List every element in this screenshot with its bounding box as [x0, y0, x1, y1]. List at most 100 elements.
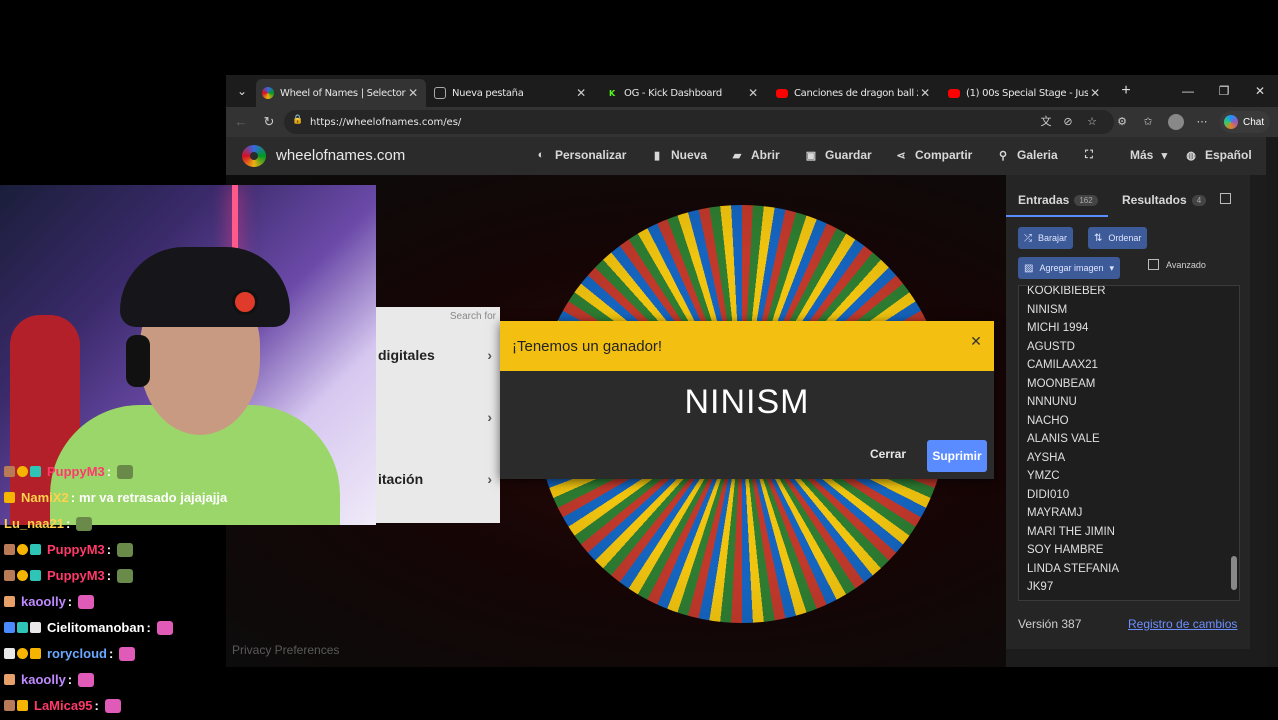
menu-galeria[interactable]: ⚲ Galeria — [996, 148, 1058, 162]
emote-icon — [117, 542, 134, 557]
changelog-link[interactable]: Registro de cambios — [1128, 617, 1237, 631]
add-image-button[interactable]: ▨ Agregar imagen ▾ — [1018, 257, 1121, 279]
advanced-checkbox[interactable]: Avanzado — [1148, 259, 1206, 270]
tab-title: Wheel of Names | Selector de n — [280, 87, 406, 99]
tab-resultados[interactable]: Resultados 4 — [1122, 193, 1207, 207]
chat-message: Cielitomanoban: — [4, 620, 173, 635]
close-icon[interactable]: ✕ — [746, 86, 760, 100]
tab-new-tab[interactable]: Nueva pestaña ✕ — [428, 79, 594, 107]
wheel-logo-icon[interactable] — [242, 145, 266, 167]
emote-icon — [117, 568, 134, 583]
menu-guardar[interactable]: ▣ Guardar — [804, 148, 872, 162]
page-scrollbar[interactable] — [1266, 137, 1278, 667]
badge-icon — [17, 622, 28, 633]
menu-personalizar[interactable]: ◐ Personalizar — [534, 148, 627, 162]
chat-badges — [4, 466, 43, 477]
chat-badges — [4, 544, 43, 555]
emote-icon — [76, 516, 93, 531]
menu-abrir[interactable]: ▰ Abrir — [730, 148, 780, 162]
entries-textarea[interactable]: KOOKIBIEBER NINISM MICHI 1994 AGUSTD CAM… — [1018, 285, 1240, 601]
close-icon[interactable]: ✕ — [1088, 86, 1102, 100]
minimize-icon[interactable]: — — [1178, 81, 1198, 101]
shuffle-button[interactable]: ⤮ Barajar — [1018, 227, 1074, 249]
share-icon: ⋖ — [896, 149, 906, 162]
tab-wheel-of-names[interactable]: Wheel of Names | Selector de n ✕ — [256, 79, 426, 107]
screen: ⌄ Wheel of Names | Selector de n ✕ Nueva… — [0, 0, 1278, 720]
chat-username: rorycloud — [47, 646, 107, 661]
close-icon[interactable]: ✕ — [968, 333, 984, 349]
favorite-star-icon[interactable]: ☆ — [1084, 114, 1100, 130]
badge-icon — [30, 570, 41, 581]
chat-message: PuppyM3: — [4, 464, 134, 479]
close-button[interactable]: Cerrar — [870, 447, 906, 461]
scrollbar-thumb[interactable] — [1231, 556, 1237, 590]
chevron-down-icon: ▾ — [1161, 149, 1168, 162]
image-icon: ▨ — [1024, 262, 1034, 274]
favorites-icon[interactable]: ✩ — [1140, 114, 1156, 130]
copilot-chat-button[interactable]: Chat — [1220, 111, 1271, 133]
translate-icon[interactable]: 文 — [1038, 114, 1054, 130]
copilot-icon — [1224, 115, 1238, 129]
ad-row[interactable]: digitales › — [378, 347, 496, 363]
chat-username: kaoolly — [21, 672, 66, 687]
close-icon[interactable]: ✕ — [406, 86, 420, 100]
tab-entradas[interactable]: Entradas 162 — [1018, 193, 1098, 207]
shuffle-icon: ⤮ — [1024, 232, 1032, 244]
chat-badges — [4, 570, 43, 581]
close-icon[interactable]: ✕ — [918, 86, 932, 100]
block-icon[interactable]: ⊘ — [1060, 114, 1076, 130]
tab-youtube-dragon-ball[interactable]: Canciones de dragon ball z pel ✕ — [770, 79, 938, 107]
reload-icon[interactable]: ↻ — [260, 113, 278, 131]
remove-winner-button[interactable]: Suprimir — [927, 440, 987, 472]
menu-label: Más — [1130, 148, 1154, 162]
extensions-icon[interactable]: ⚙ — [1114, 114, 1130, 130]
chat-message: kaoolly: — [4, 594, 95, 609]
tab-kick-dashboard[interactable]: K OG - Kick Dashboard ✕ — [600, 79, 766, 107]
new-tab-button[interactable]: + — [1116, 81, 1136, 101]
site-name[interactable]: wheelofnames.com — [276, 147, 405, 164]
menu-compartir[interactable]: ⋖ Compartir — [894, 148, 972, 162]
checkbox-icon — [1220, 193, 1231, 204]
menu-label: Abrir — [751, 148, 780, 162]
advanced-label: Avanzado — [1166, 259, 1206, 270]
youtube-icon — [948, 88, 960, 98]
menu-nueva[interactable]: ▮ Nueva — [650, 148, 707, 162]
chat-username: LaMica95 — [34, 698, 93, 713]
restore-icon[interactable]: ❐ — [1214, 81, 1234, 101]
more-menu-icon[interactable]: ⋯ — [1194, 114, 1210, 130]
window-close-icon[interactable]: ✕ — [1250, 81, 1270, 101]
privacy-preferences-link[interactable]: Privacy Preferences — [232, 643, 339, 657]
badge-icon — [4, 648, 15, 659]
chat-username: NamiX2 — [21, 490, 69, 505]
fullscreen-button[interactable]: ⛶ — [1082, 148, 1103, 162]
hide-panel-checkbox[interactable] — [1220, 193, 1231, 204]
badge-icon — [17, 466, 28, 477]
colon: : — [106, 542, 112, 557]
profile-avatar[interactable] — [1168, 114, 1184, 130]
menu-idioma[interactable]: ◍ Español — [1184, 148, 1252, 162]
list-item: ALANIS VALE — [1027, 433, 1100, 445]
ad-banner[interactable]: Search for digitales › › itación › — [376, 307, 500, 523]
chat-badges — [4, 622, 43, 633]
url-field[interactable]: 🔒 https://wheelofnames.com/es/ — [284, 110, 1114, 134]
emote-icon — [117, 464, 134, 479]
chat-username: kaoolly — [21, 594, 66, 609]
entries-scrollbar[interactable] — [1231, 288, 1237, 598]
menu-label: Galeria — [1017, 148, 1058, 162]
list-item: YMZC — [1027, 470, 1060, 482]
tab-list-icon[interactable]: ⌄ — [232, 81, 252, 101]
tab-youtube-special-stage[interactable]: (1) 00s Special Stage - Just Rig ✕ — [942, 79, 1108, 107]
colon: : — [67, 594, 73, 609]
list-item: MOONBEAM — [1027, 377, 1096, 390]
badge-icon — [4, 596, 15, 607]
badge-icon — [4, 570, 15, 581]
menu-mas[interactable]: Más ▾ — [1130, 148, 1171, 162]
close-icon[interactable]: ✕ — [574, 86, 588, 100]
site-info-icon[interactable]: 🔒 — [292, 115, 304, 127]
ad-row[interactable]: itación › — [378, 471, 496, 487]
back-icon[interactable]: ← — [232, 113, 250, 131]
sort-button[interactable]: ⇅ Ordenar — [1088, 227, 1148, 249]
chat-message: PuppyM3: — [4, 542, 134, 557]
new-file-icon: ▮ — [653, 149, 661, 162]
chevron-right-icon: › — [487, 409, 492, 425]
